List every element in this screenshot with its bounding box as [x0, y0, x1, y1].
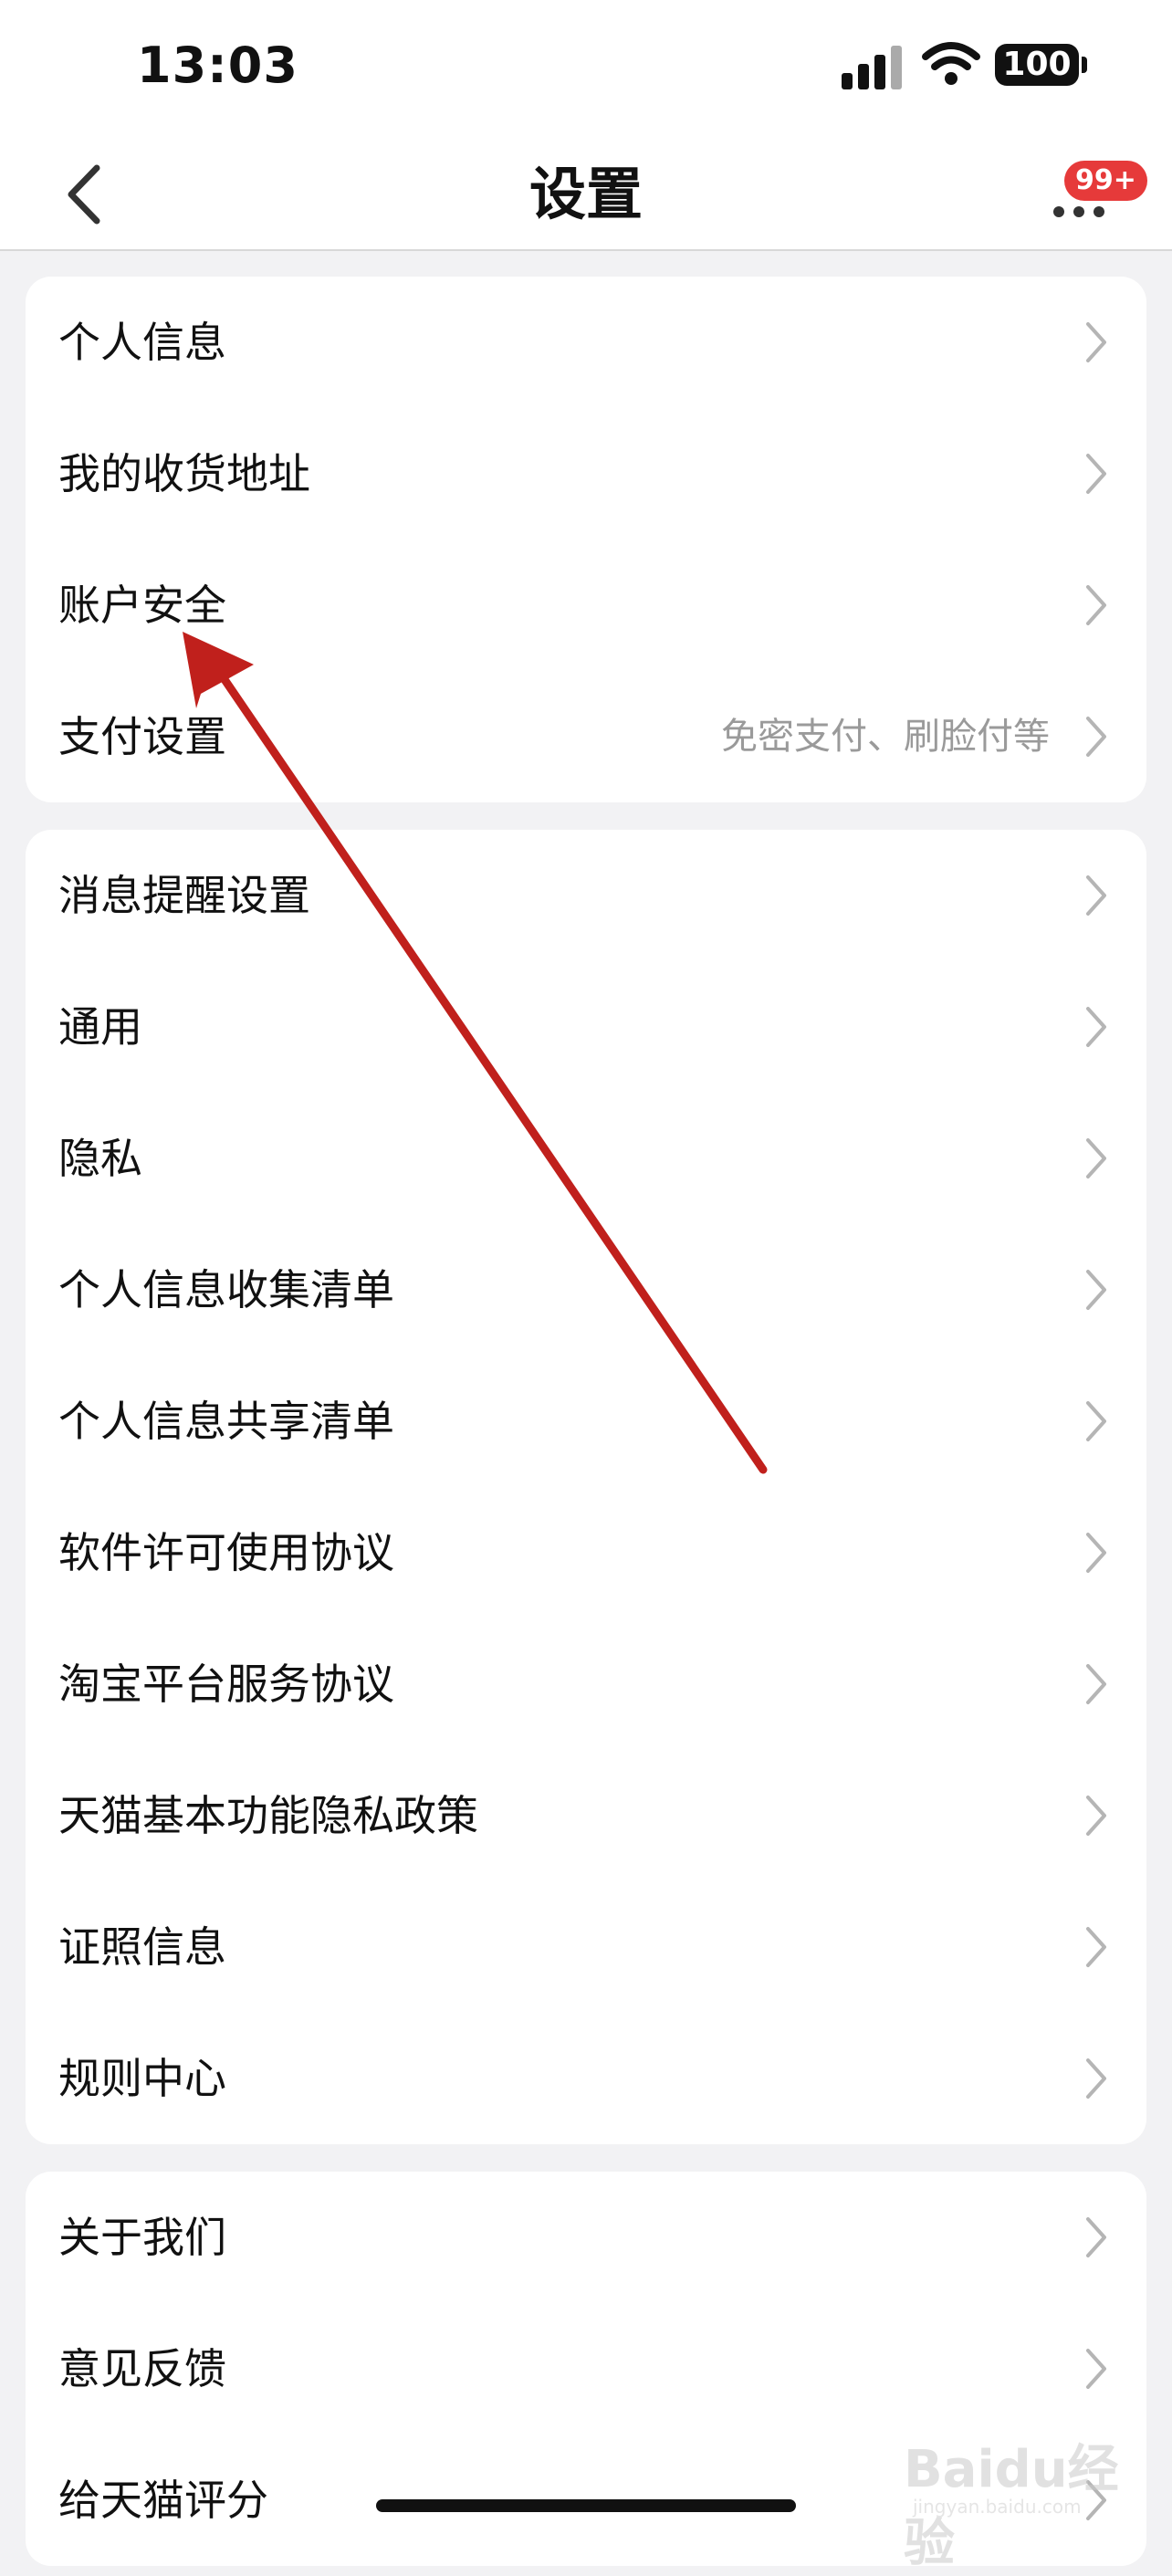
- settings-item-label: 给天猫评分: [58, 2476, 268, 2525]
- settings-group-account: 个人信息 我的收货地址 账户安全 支付设置 免密支付、刷脸付等: [26, 277, 1146, 802]
- chevron-right-icon: [1086, 1270, 1106, 1310]
- settings-item-label: 账户安全: [58, 581, 226, 630]
- settings-item-label: 个人信息共享清单: [58, 1397, 394, 1446]
- settings-item-feedback[interactable]: 意见反馈: [26, 2303, 1146, 2435]
- baidu-watermark: Baidu经验 jingyan.baidu.com: [904, 2419, 1168, 2573]
- settings-item-label: 证照信息: [58, 1922, 226, 1972]
- settings-item-label: 淘宝平台服务协议: [58, 1660, 394, 1709]
- settings-item-label: 意见反馈: [58, 2344, 226, 2393]
- chevron-right-icon: [1086, 1401, 1106, 1441]
- chevron-right-icon: [1086, 1138, 1106, 1178]
- chevron-right-icon: [1086, 2217, 1106, 2257]
- settings-item-label: 消息提醒设置: [58, 871, 310, 920]
- chevron-right-icon: [1086, 2058, 1106, 2099]
- battery-tip: [1082, 57, 1087, 73]
- settings-item-software-license[interactable]: 软件许可使用协议: [26, 1487, 1146, 1618]
- page-title: 设置: [528, 161, 643, 227]
- settings-item-about-us[interactable]: 关于我们: [26, 2172, 1146, 2303]
- settings-item-rules-center[interactable]: 规则中心: [26, 2013, 1146, 2144]
- settings-item-label: 个人信息收集清单: [58, 1265, 394, 1314]
- settings-item-label: 规则中心: [58, 2054, 226, 2103]
- chevron-right-icon: [1086, 454, 1106, 494]
- nav-bar: 设置 99+: [0, 137, 1172, 251]
- home-indicator[interactable]: [376, 2499, 796, 2512]
- settings-item-label: 天猫基本功能隐私政策: [58, 1791, 478, 1840]
- status-time: 13:03: [137, 37, 298, 94]
- settings-item-account-security[interactable]: 账户安全: [26, 539, 1146, 671]
- settings-group-general: 消息提醒设置 通用 隐私 个人信息收集清单 个人信息共享清单 软件许可使用协议 …: [26, 830, 1146, 2144]
- chevron-right-icon: [1086, 875, 1106, 916]
- settings-item-shipping-address[interactable]: 我的收货地址: [26, 408, 1146, 539]
- chevron-right-icon: [1086, 1664, 1106, 1704]
- settings-item-label: 个人信息: [58, 318, 226, 367]
- watermark-url: jingyan.baidu.com: [913, 2496, 1082, 2518]
- settings-item-personal-info[interactable]: 个人信息: [26, 277, 1146, 408]
- wifi-icon: [922, 42, 980, 85]
- settings-item-label: 支付设置: [58, 712, 226, 761]
- settings-item-label: 我的收货地址: [58, 449, 310, 498]
- chevron-right-icon: [1086, 1533, 1106, 1573]
- more-button[interactable]: 99+: [1041, 161, 1147, 237]
- settings-item-notifications[interactable]: 消息提醒设置: [26, 830, 1146, 961]
- settings-item-privacy-policy[interactable]: 天猫基本功能隐私政策: [26, 1750, 1146, 1881]
- settings-item-label: 隐私: [58, 1134, 142, 1183]
- chevron-right-icon: [1086, 1007, 1106, 1047]
- settings-item-label: 关于我们: [58, 2213, 226, 2262]
- settings-item-data-sharing-list[interactable]: 个人信息共享清单: [26, 1356, 1146, 1487]
- notification-badge: 99+: [1064, 161, 1147, 201]
- chevron-right-icon: [1086, 1927, 1106, 1967]
- settings-item-platform-agreement[interactable]: 淘宝平台服务协议: [26, 1618, 1146, 1750]
- settings-item-privacy[interactable]: 隐私: [26, 1093, 1146, 1224]
- settings-item-payment[interactable]: 支付设置 免密支付、刷脸付等: [26, 671, 1146, 802]
- status-bar: 13:03 100: [0, 0, 1172, 137]
- battery-icon: 100: [995, 44, 1079, 86]
- settings-item-label: 通用: [58, 1002, 142, 1052]
- settings-item-subtitle: 免密支付、刷脸付等: [721, 716, 1050, 758]
- cellular-signal-icon: [842, 44, 905, 89]
- settings-item-data-collection-list[interactable]: 个人信息收集清单: [26, 1224, 1146, 1356]
- chevron-right-icon: [1086, 2349, 1106, 2389]
- chevron-right-icon: [1086, 322, 1106, 362]
- chevron-right-icon: [1086, 1796, 1106, 1836]
- settings-item-general[interactable]: 通用: [26, 961, 1146, 1093]
- settings-item-label: 软件许可使用协议: [58, 1528, 394, 1577]
- more-dots-icon: [1053, 206, 1108, 217]
- settings-item-licenses[interactable]: 证照信息: [26, 1881, 1146, 2013]
- chevron-right-icon: [1086, 585, 1106, 625]
- chevron-right-icon: [1086, 717, 1106, 757]
